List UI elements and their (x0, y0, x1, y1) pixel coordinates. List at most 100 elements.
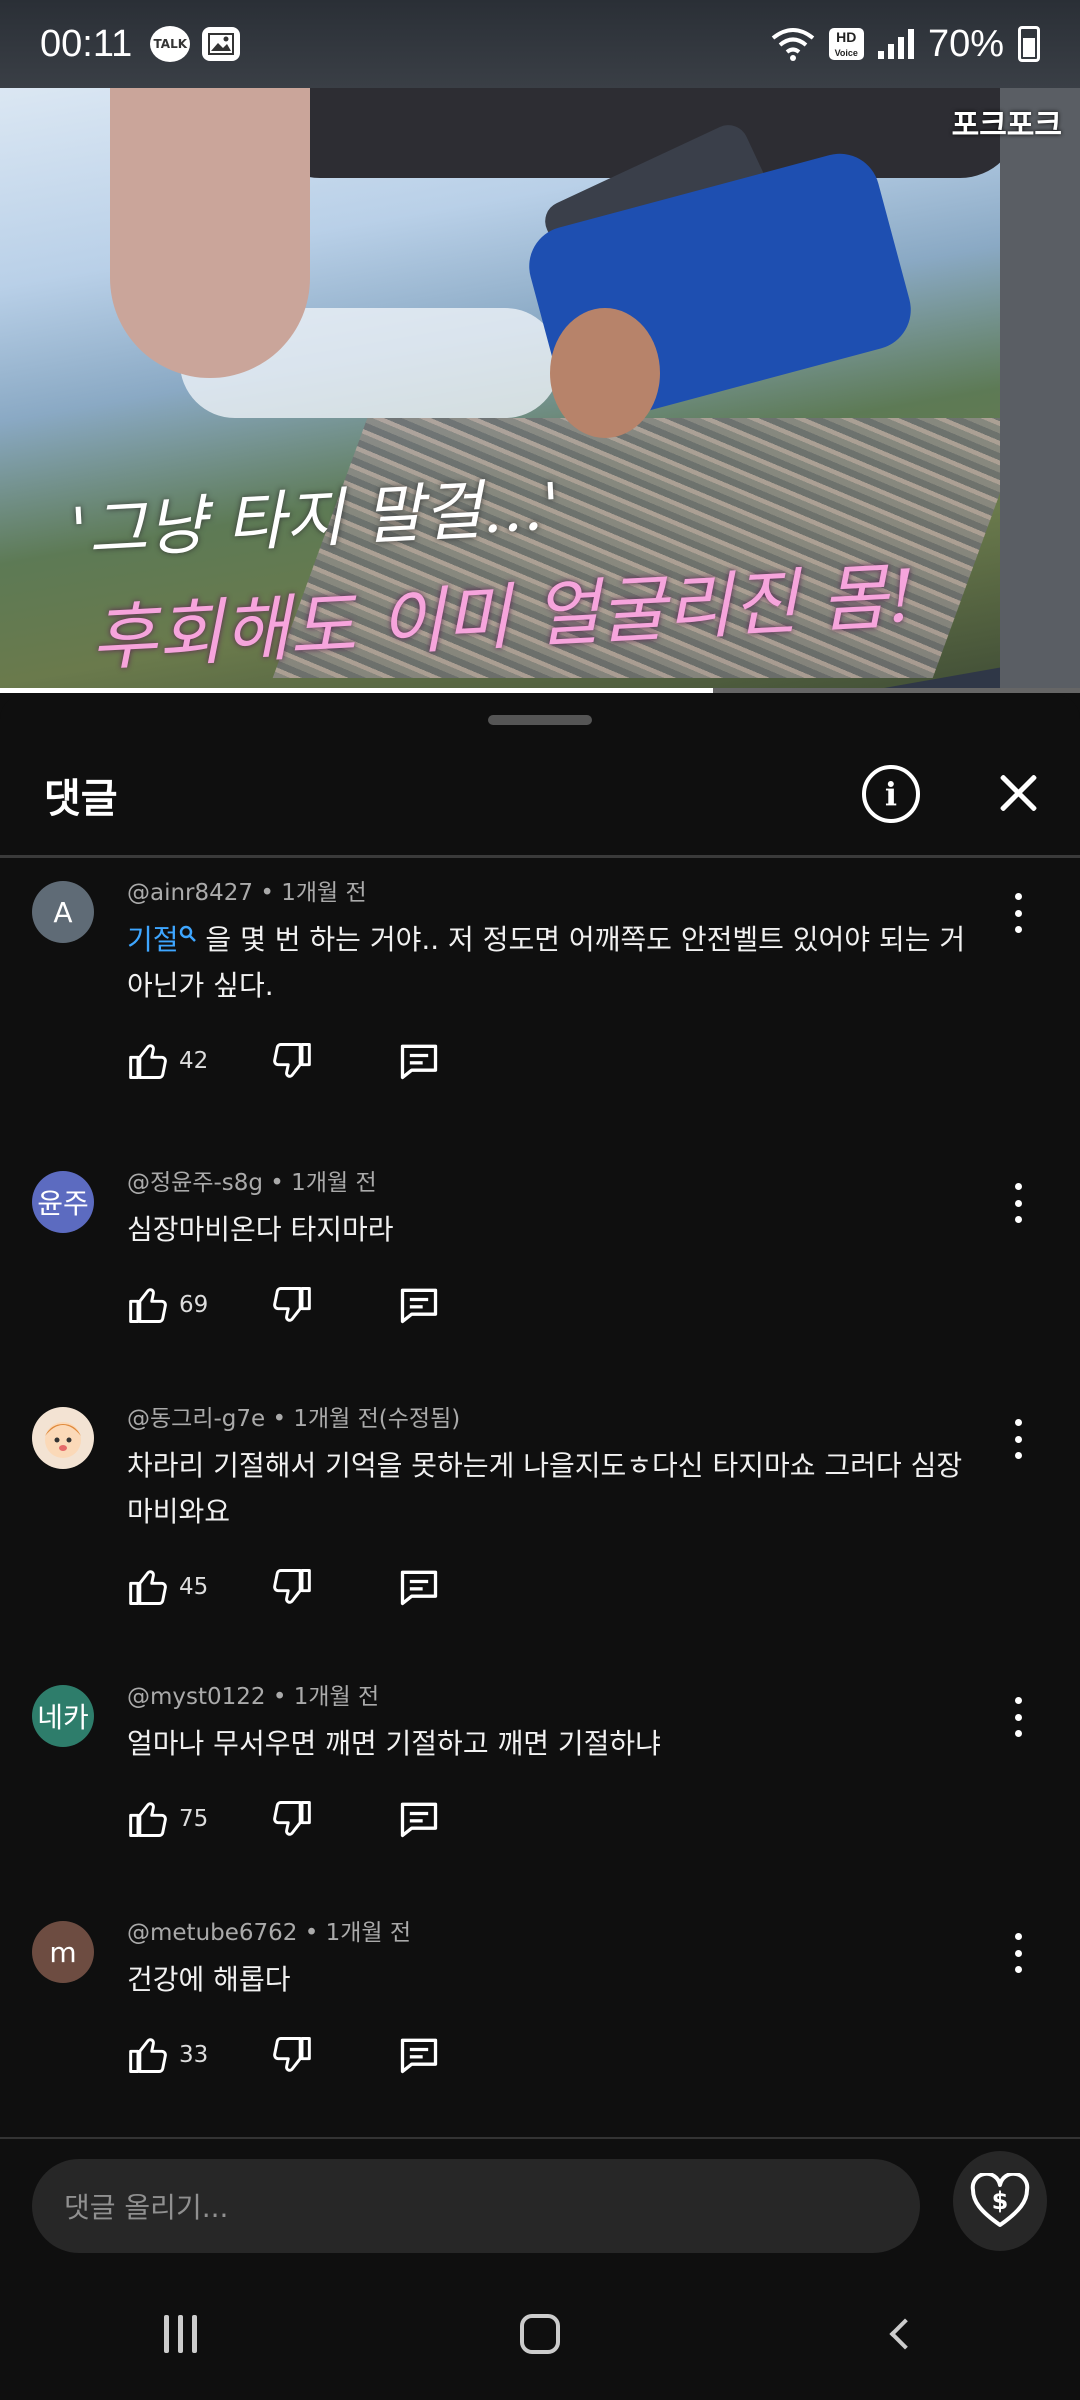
comment-meta: @동그리-g7e • 1개월 전(수정됨) (127, 1406, 461, 1432)
like-count: 69 (179, 1292, 209, 1318)
reply-button[interactable] (397, 1565, 441, 1609)
comment-text: 차라리 기절해서 기억을 못하는게 나을지도ㅎ다신 타지마쇼 그러다 심장마비와… (127, 1449, 963, 1528)
comment-actions: 75 (127, 1789, 970, 1849)
comment-actions: 69 (127, 1275, 970, 1335)
like-button[interactable]: 33 (127, 2033, 235, 2077)
like-count: 75 (179, 1806, 209, 1832)
comment-item: @동그리-g7e • 1개월 전(수정됨) 차라리 기절해서 기억을 못하는게 … (0, 1401, 1080, 1679)
more-options-icon[interactable] (1012, 1933, 1024, 1973)
battery-icon (1018, 26, 1040, 62)
back-button[interactable] (860, 2294, 940, 2374)
thumbs-up-icon (129, 1044, 167, 1079)
like-count: 45 (179, 1574, 209, 1600)
reply-button[interactable] (397, 2033, 441, 2077)
like-button[interactable]: 75 (127, 1797, 235, 1841)
home-button[interactable] (500, 2294, 580, 2374)
avatar[interactable] (32, 1407, 94, 1469)
video-progress-bar[interactable] (0, 688, 1080, 693)
thumbs-down-icon (273, 1569, 311, 1604)
comment-input[interactable]: 댓글 올리기... (32, 2159, 920, 2253)
back-icon (889, 2317, 921, 2350)
like-count: 33 (179, 2042, 209, 2068)
thumbs-up-icon (129, 1802, 167, 1837)
like-button[interactable]: 42 (127, 1039, 235, 1083)
video-rider-head (110, 88, 310, 378)
info-icon[interactable]: i (862, 765, 920, 823)
voice-label: Voice (834, 48, 858, 58)
more-options-icon[interactable] (1012, 893, 1024, 933)
avatar[interactable]: 윤주 (32, 1171, 94, 1233)
sheet-title: 댓글 (44, 776, 118, 822)
divider (0, 855, 1080, 858)
reply-icon (400, 1288, 438, 1324)
system-nav-bar (0, 2267, 1080, 2400)
hd-voice-icon: HD Voice (828, 28, 864, 60)
search-keyword-link[interactable]: 기절 (127, 923, 179, 956)
reply-button[interactable] (397, 1797, 441, 1841)
comments-list: A @ainr8427 • 1개월 전 기절 을 몇 번 하는 거야.. 저 정… (0, 875, 1080, 2115)
search-icon (179, 925, 196, 942)
reply-icon (400, 1570, 438, 1606)
more-options-icon[interactable] (1012, 1183, 1024, 1223)
super-thanks-button[interactable]: $ (953, 2151, 1047, 2251)
thumbs-down-icon (273, 1287, 311, 1322)
status-right: HD Voice 70% (771, 23, 1040, 66)
comment-item: A @ainr8427 • 1개월 전 기절 을 몇 번 하는 거야.. 저 정… (0, 875, 1080, 1165)
video-track (1000, 88, 1080, 692)
comment-meta: @metube6762 • 1개월 전 (127, 1920, 412, 1946)
more-options-icon[interactable] (1012, 1697, 1024, 1737)
kakaotalk-icon: TALK (150, 26, 191, 62)
video-rider-face (550, 308, 660, 438)
wifi-icon (771, 28, 814, 61)
more-options-icon[interactable] (1012, 1419, 1024, 1459)
avatar[interactable]: A (32, 881, 94, 943)
drag-handle[interactable] (488, 715, 592, 725)
like-button[interactable]: 45 (127, 1565, 235, 1609)
dislike-button[interactable] (269, 1797, 313, 1841)
comment-text: 얼마나 무서우면 깨면 기절하고 깨면 기절하냐 (127, 1727, 661, 1760)
dislike-button[interactable] (269, 1565, 313, 1609)
gallery-icon (202, 27, 241, 61)
reply-button[interactable] (397, 1039, 441, 1083)
thumbs-down-icon (273, 1043, 311, 1078)
comment-actions: 42 (127, 1031, 970, 1091)
reply-icon (400, 1044, 438, 1080)
comment-text: 심장마비온다 타지마라 (127, 1213, 394, 1246)
status-bar: 00:11 TALK HD Voice 70% (0, 0, 1080, 88)
channel-watermark: 포크포크 (951, 108, 1062, 143)
recents-icon (163, 2314, 197, 2353)
like-button[interactable]: 69 (127, 1283, 235, 1327)
heart-dollar-icon: $ (970, 2173, 1030, 2227)
avatar[interactable]: m (32, 1921, 94, 1983)
dislike-button[interactable] (269, 1283, 313, 1327)
reply-icon (400, 2038, 438, 2074)
status-time: 00:11 (40, 22, 133, 65)
thumbs-down-icon (273, 2037, 311, 2072)
reply-icon (400, 1802, 438, 1838)
sheet-header: 댓글 i (0, 735, 1080, 855)
notification-icons: TALK (150, 26, 241, 62)
comment-input-bar: 댓글 올리기... $ (0, 2137, 1080, 2267)
comment-meta: @myst0122 • 1개월 전 (127, 1684, 380, 1710)
comment-item: 윤주 @정윤주-s8g • 1개월 전 심장마비온다 타지마라 69 (0, 1165, 1080, 1401)
recents-button[interactable] (140, 2294, 220, 2374)
signal-icon (877, 29, 914, 59)
avatar[interactable]: 네카 (32, 1685, 94, 1747)
comment-item: m @metube6762 • 1개월 전 건강에 해롭다 33 (0, 1915, 1080, 2115)
comment-item: 네카 @myst0122 • 1개월 전 얼마나 무서우면 깨면 기절하고 깨면… (0, 1679, 1080, 1915)
cartoon-avatar-icon (45, 1422, 81, 1458)
thumbs-up-icon (129, 1570, 167, 1605)
comment-text: 건강에 해롭다 (127, 1963, 291, 1996)
home-icon (520, 2313, 560, 2354)
reply-button[interactable] (397, 1283, 441, 1327)
dislike-button[interactable] (269, 1039, 313, 1083)
close-icon[interactable] (990, 765, 1046, 821)
video-player[interactable]: 포크포크 '그냥 타지 말걸...' 후회해도 이미 얼굴리진 몸! (0, 88, 1080, 692)
comment-text: 기절 을 몇 번 하는 거야.. 저 정도면 어깨쪽도 안전벨트 있어야 되는 … (127, 917, 970, 1009)
dislike-button[interactable] (269, 2033, 313, 2077)
thumbs-down-icon (273, 1801, 311, 1836)
comment-actions: 33 (127, 2025, 970, 2085)
comment-actions: 45 (127, 1557, 970, 1617)
thumbs-up-icon (129, 2038, 167, 2073)
svg-text:$: $ (992, 2187, 1009, 2215)
